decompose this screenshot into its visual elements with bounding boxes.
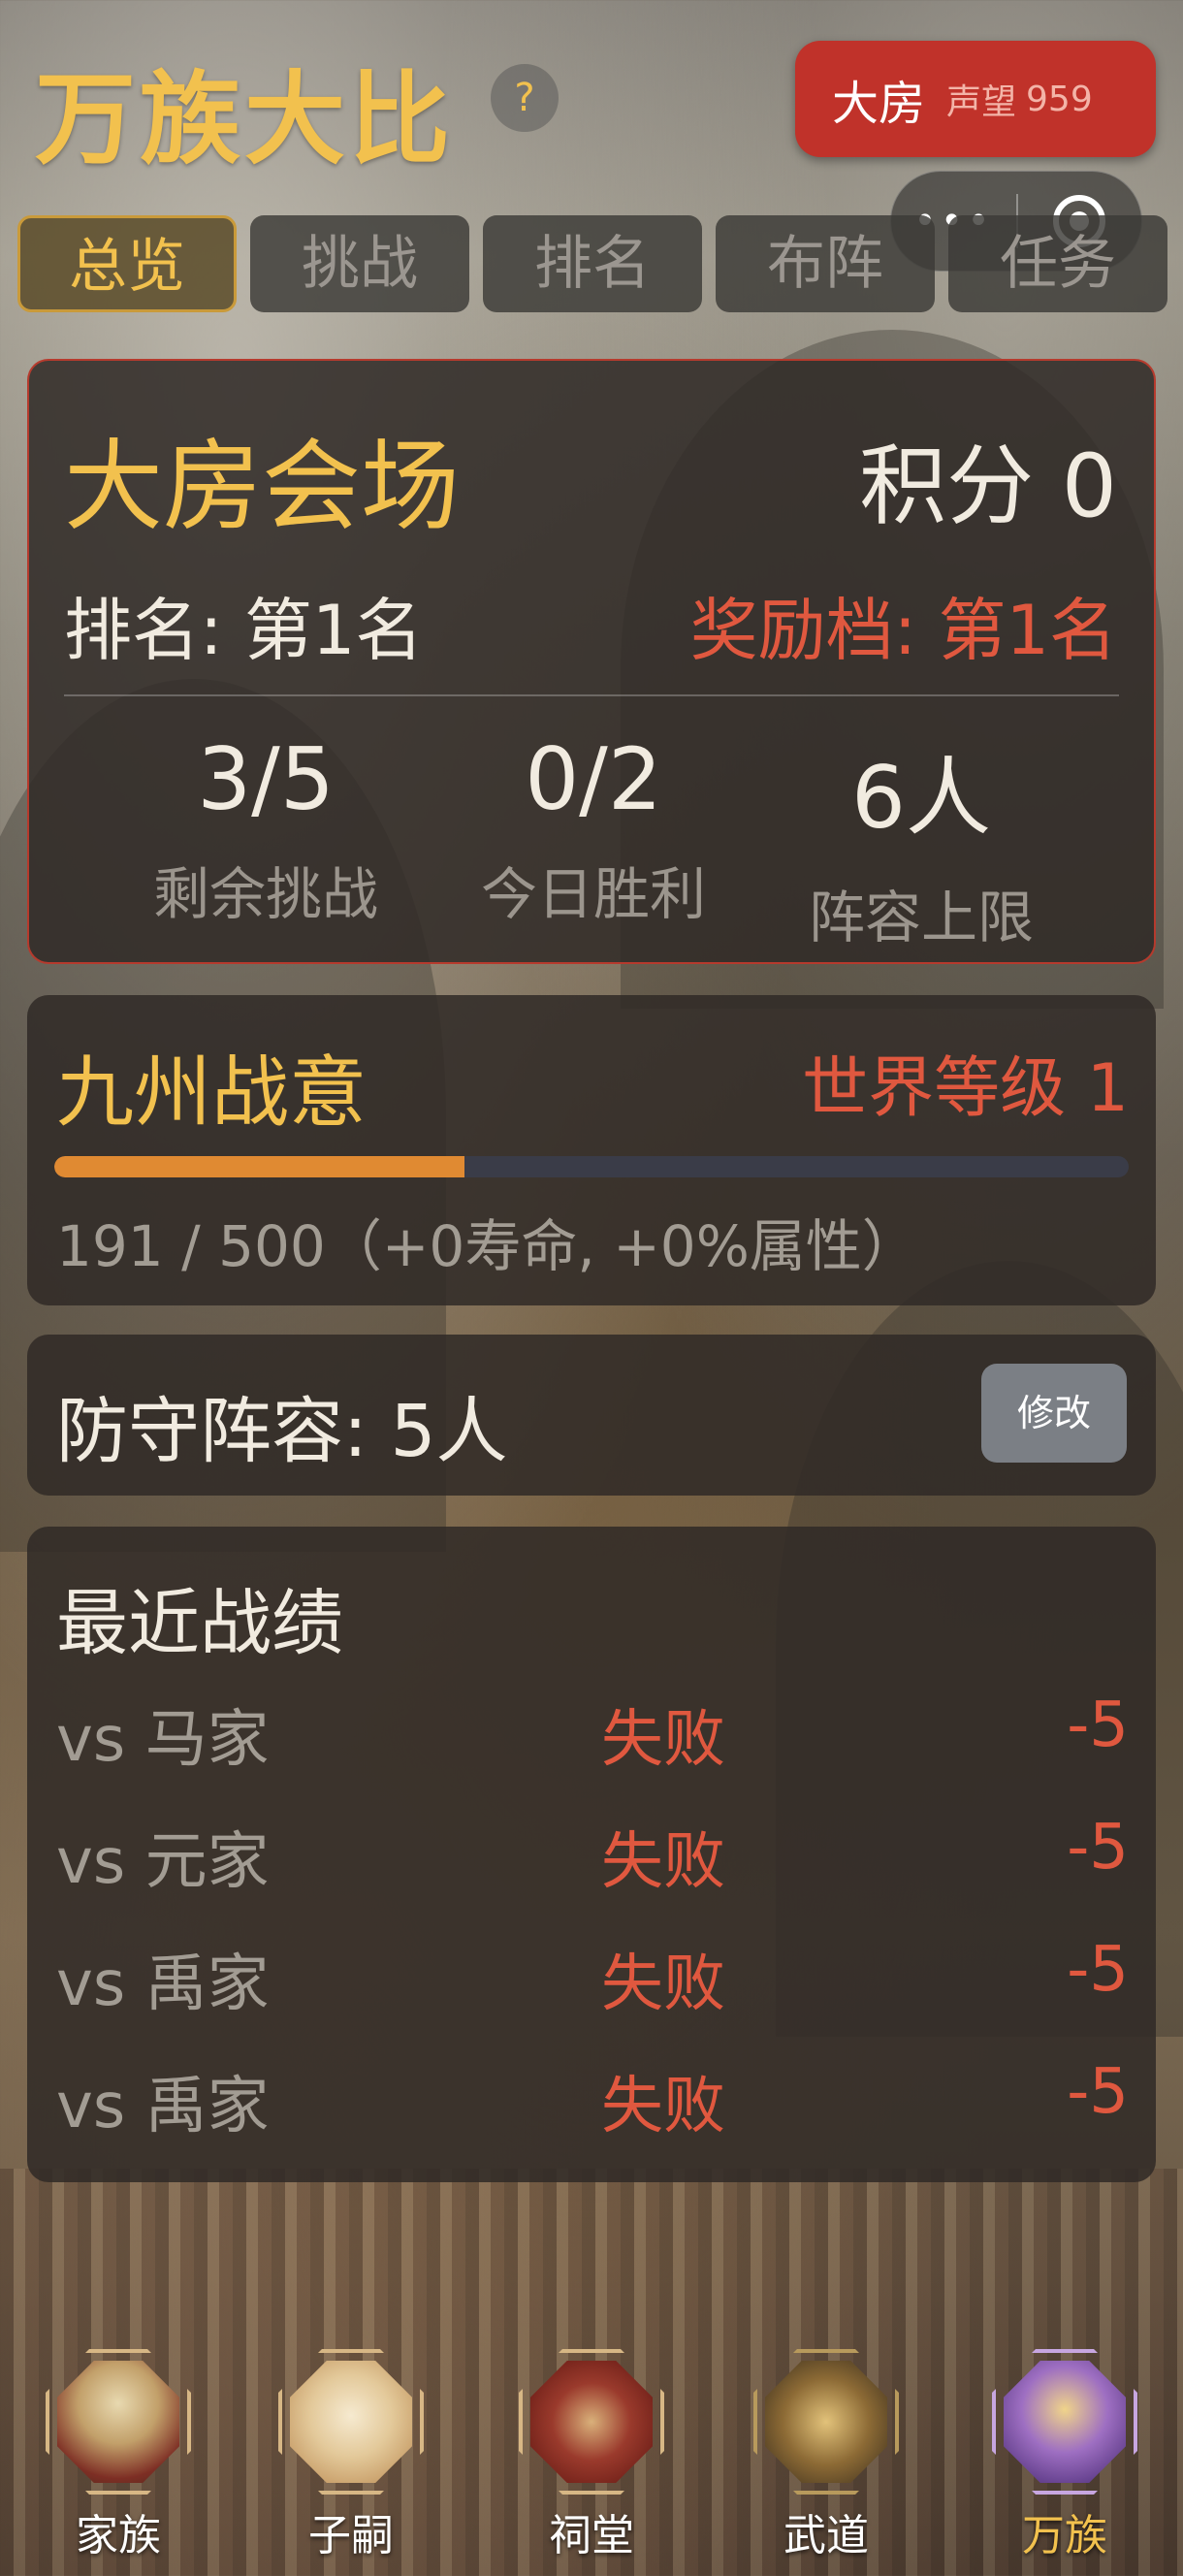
stat-label: 今日胜利 bbox=[480, 861, 706, 927]
record-opponent: vs 禹家 bbox=[56, 2071, 270, 2142]
stat-today-wins: 0/2 今日胜利 bbox=[419, 729, 768, 930]
prestige-value: 959 bbox=[1026, 79, 1093, 119]
record-result: 失败 bbox=[601, 1948, 725, 2020]
stat-value: 6人 bbox=[851, 748, 991, 848]
recent-records-card: 最近战绩 vs 马家 失败 -5 vs 元家 失败 -5 vs 禹家 失败 -5… bbox=[27, 1527, 1156, 2182]
ancestral-hall-icon bbox=[519, 2349, 664, 2495]
tab-tasks[interactable]: 任务 bbox=[948, 215, 1167, 312]
record-result: 失败 bbox=[601, 2071, 725, 2142]
record-result: 失败 bbox=[601, 1704, 725, 1776]
war-spirit-card: 九州战意 世界等级 1 191 / 500（+0寿命, +0%属性） bbox=[27, 995, 1156, 1305]
stat-lineup-limit: 6人 阵容上限 bbox=[747, 729, 1096, 953]
stat-label: 剩余挑战 bbox=[152, 861, 378, 927]
record-points: -5 bbox=[1067, 1690, 1129, 1761]
nav-label: 家族 bbox=[76, 2511, 161, 2560]
house-prestige-badge[interactable]: 大房 声望 959 bbox=[795, 41, 1156, 157]
nav-item-descendants[interactable]: 子嗣 bbox=[254, 2349, 448, 2562]
nav-label: 武道 bbox=[783, 2511, 869, 2560]
record-points: -5 bbox=[1067, 1812, 1129, 1884]
defense-lineup-card: 防守阵容: 5人 修改 bbox=[27, 1335, 1156, 1496]
records-title: 最近战绩 bbox=[56, 1582, 343, 1665]
clan-palace-icon bbox=[46, 2349, 191, 2495]
edit-lineup-button[interactable]: 修改 bbox=[981, 1364, 1127, 1463]
tab-challenge[interactable]: 挑战 bbox=[250, 215, 469, 312]
tab-ranking[interactable]: 排名 bbox=[483, 215, 702, 312]
world-level: 世界等级 1 bbox=[802, 1050, 1129, 1127]
nav-label: 子嗣 bbox=[308, 2511, 394, 2560]
tab-bar: 总览 挑战 排名 布阵 任务 bbox=[17, 215, 1167, 316]
bottom-nav: 家族 子嗣 祠堂 武道 万族 bbox=[0, 2320, 1183, 2576]
stat-label: 阵容上限 bbox=[808, 885, 1034, 950]
war-spirit-progress bbox=[54, 1156, 1129, 1177]
nav-item-martial-arts[interactable]: 武道 bbox=[729, 2349, 923, 2562]
all-clans-icon bbox=[992, 2349, 1137, 2495]
tab-formation[interactable]: 布阵 bbox=[716, 215, 935, 312]
defense-lineup-label: 防守阵容: 5人 bbox=[56, 1390, 508, 1473]
nav-item-all-clans[interactable]: 万族 bbox=[968, 2349, 1162, 2562]
house-name: 大房 bbox=[832, 77, 926, 131]
page-title: 万族大比 bbox=[35, 60, 455, 178]
prestige-label: 声望 bbox=[946, 82, 1017, 122]
record-points: -5 bbox=[1067, 2056, 1129, 2128]
record-row: vs 禹家 失败 -5 bbox=[27, 2056, 1156, 2153]
tab-overview[interactable]: 总览 bbox=[17, 215, 237, 312]
reward-tier: 奖励档: 第1名 bbox=[689, 591, 1117, 670]
progress-fill bbox=[54, 1156, 465, 1177]
record-opponent: vs 禹家 bbox=[56, 1948, 270, 2020]
record-result: 失败 bbox=[601, 1826, 725, 1898]
war-spirit-detail: 191 / 500（+0寿命, +0%属性） bbox=[56, 1213, 918, 1279]
venue-card: 大房会场 积分 0 排名: 第1名 奖励档: 第1名 3/5 剩余挑战 0/2 … bbox=[27, 359, 1156, 964]
stat-remaining-challenges: 3/5 剩余挑战 bbox=[91, 729, 440, 930]
help-button[interactable]: ? bbox=[491, 64, 559, 132]
record-opponent: vs 元家 bbox=[56, 1826, 270, 1898]
divider bbox=[64, 694, 1119, 696]
nav-label: 万族 bbox=[1022, 2511, 1107, 2560]
nav-item-clan[interactable]: 家族 bbox=[21, 2349, 215, 2562]
stat-value: 0/2 bbox=[525, 729, 662, 829]
descendants-icon bbox=[278, 2349, 424, 2495]
record-row: vs 元家 失败 -5 bbox=[27, 1812, 1156, 1909]
record-points: -5 bbox=[1067, 1934, 1129, 2006]
record-row: vs 禹家 失败 -5 bbox=[27, 1934, 1156, 2031]
rank: 排名: 第1名 bbox=[64, 591, 424, 670]
venue-name: 大房会场 bbox=[64, 430, 460, 545]
stat-value: 3/5 bbox=[197, 729, 335, 829]
record-opponent: vs 马家 bbox=[56, 1704, 270, 1776]
war-spirit-title: 九州战意 bbox=[56, 1047, 367, 1138]
score: 积分 0 bbox=[859, 435, 1117, 537]
record-row: vs 马家 失败 -5 bbox=[27, 1690, 1156, 1787]
nav-item-ancestral-hall[interactable]: 祠堂 bbox=[495, 2349, 688, 2562]
nav-label: 祠堂 bbox=[549, 2511, 634, 2560]
martial-arts-icon bbox=[753, 2349, 899, 2495]
